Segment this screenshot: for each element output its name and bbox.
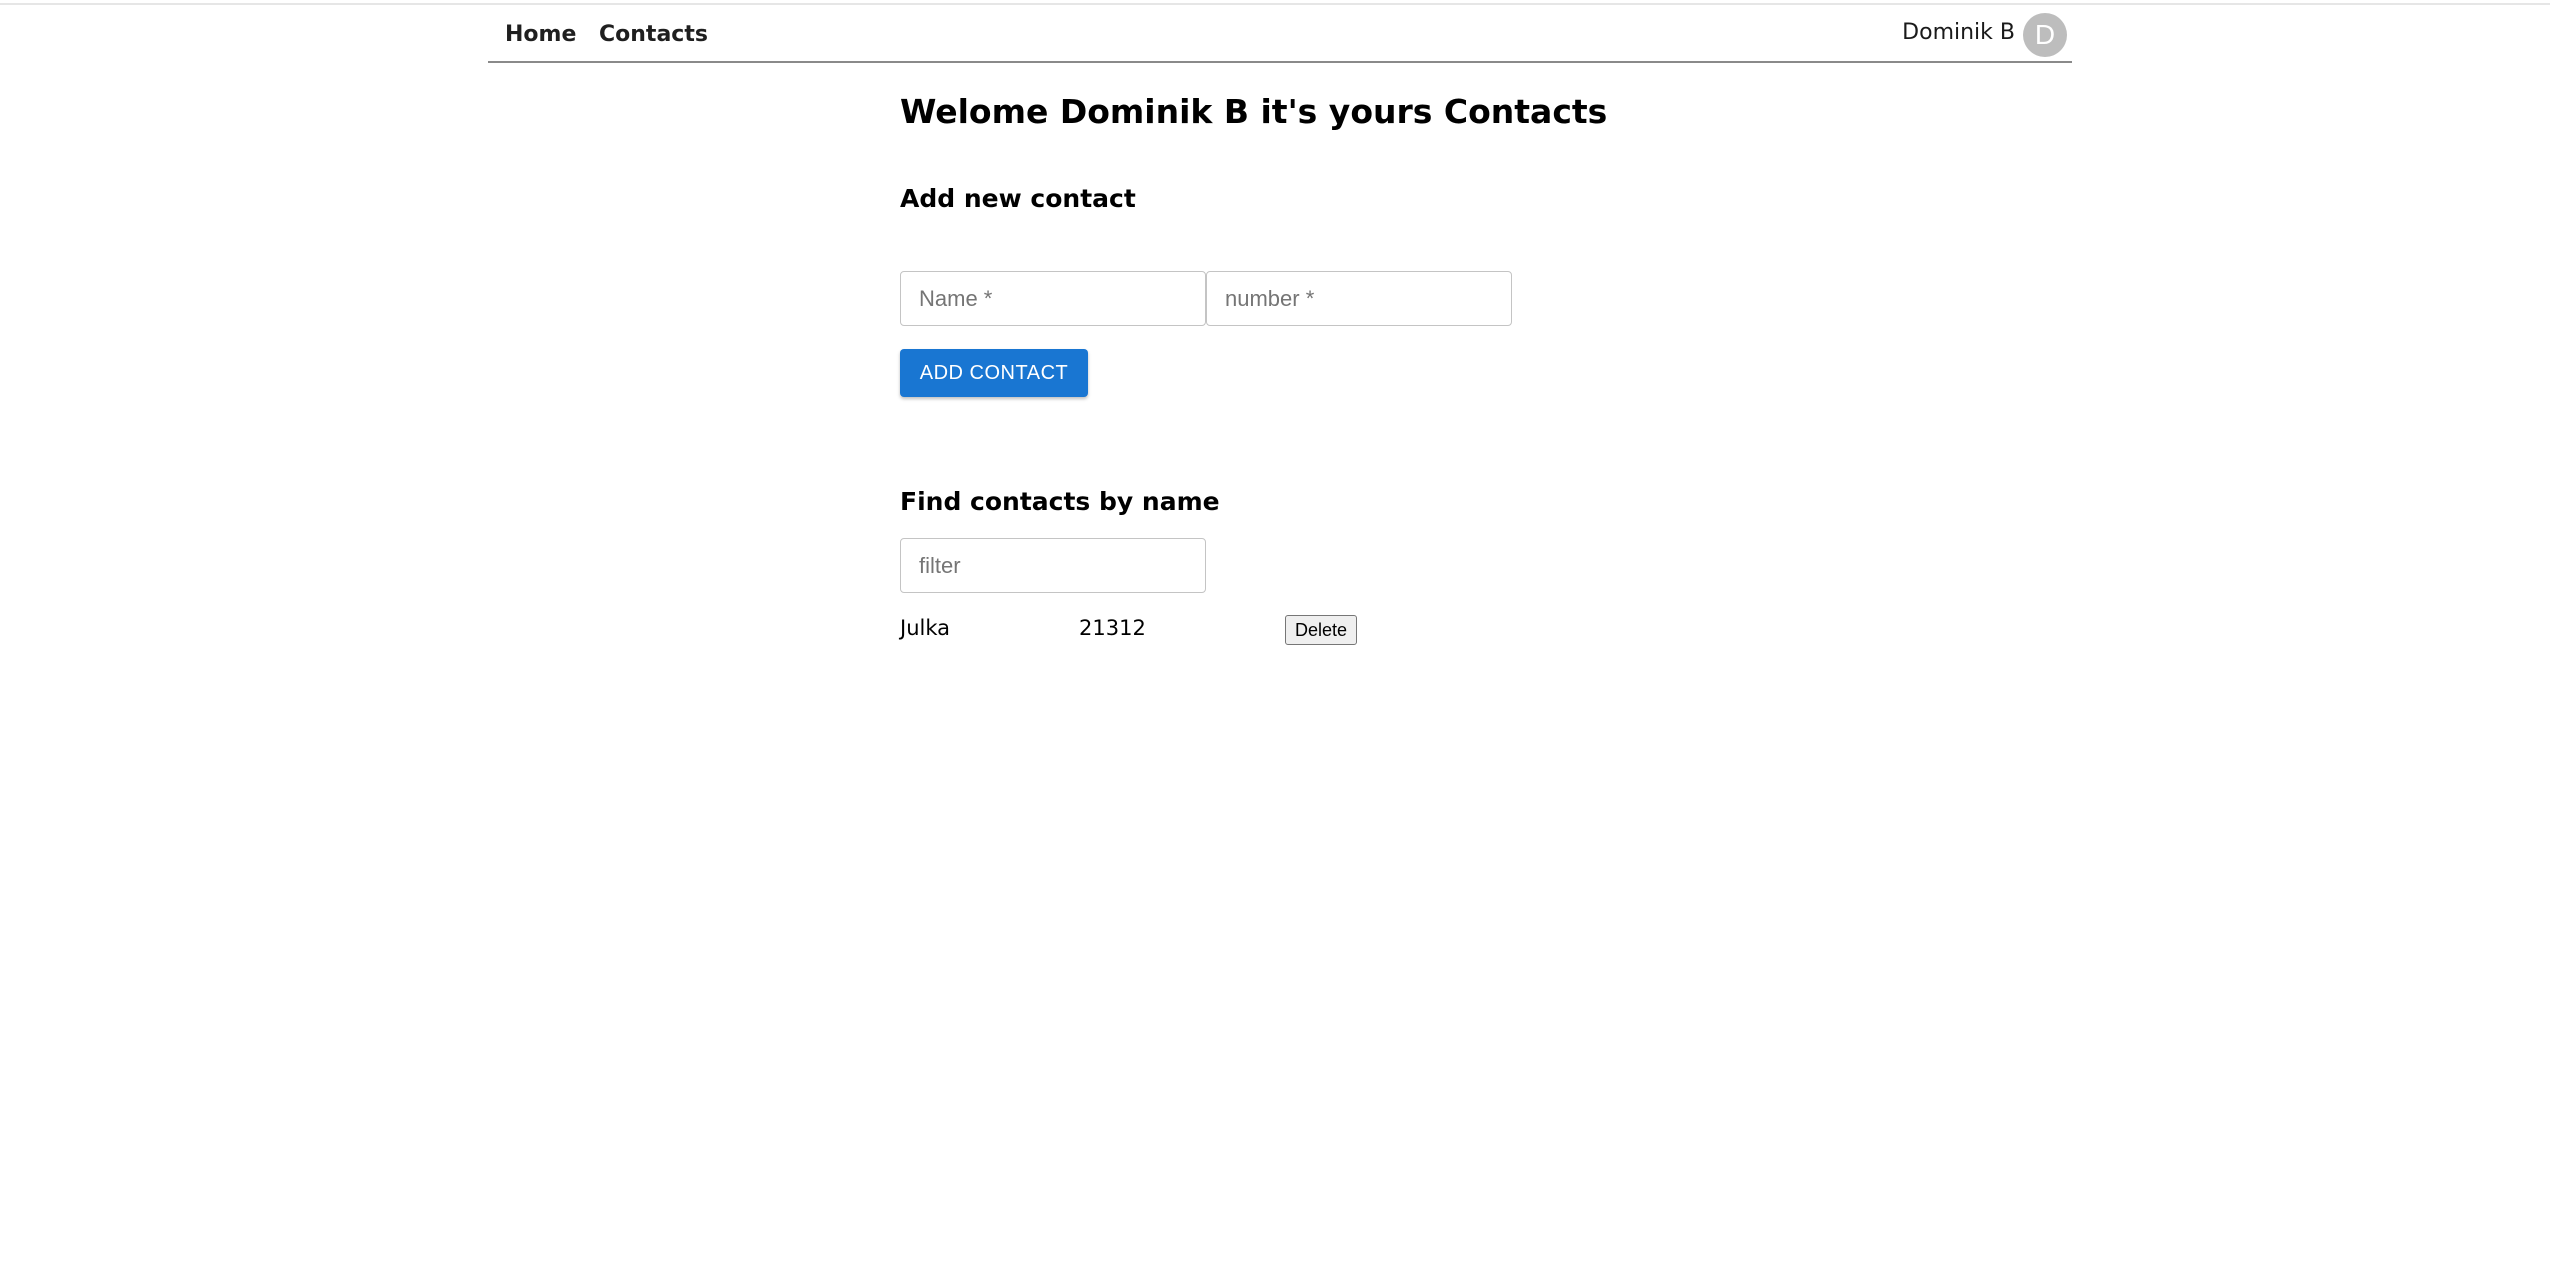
number-input[interactable] <box>1206 271 1512 326</box>
navbar: Home Contacts Dominik B D <box>488 5 2072 63</box>
page-title: Welome Dominik B it's yours Contacts <box>900 92 1608 131</box>
find-contacts-heading: Find contacts by name <box>900 487 1220 516</box>
user-name: Dominik B <box>1902 20 2015 45</box>
add-contact-button[interactable]: ADD CONTACT <box>900 349 1088 397</box>
contact-number: 21312 <box>1079 616 1146 640</box>
add-contact-heading: Add new contact <box>900 184 1136 213</box>
contact-name: Julka <box>900 616 950 640</box>
nav-contacts-link[interactable]: Contacts <box>599 22 708 47</box>
delete-contact-button[interactable]: Delete <box>1285 615 1358 645</box>
nav-home-link[interactable]: Home <box>505 22 576 47</box>
filter-input[interactable] <box>900 538 1206 593</box>
contact-list-item: Julka 21312 Delete <box>900 614 1500 648</box>
avatar[interactable]: D <box>2023 13 2067 57</box>
name-input[interactable] <box>900 271 1206 326</box>
